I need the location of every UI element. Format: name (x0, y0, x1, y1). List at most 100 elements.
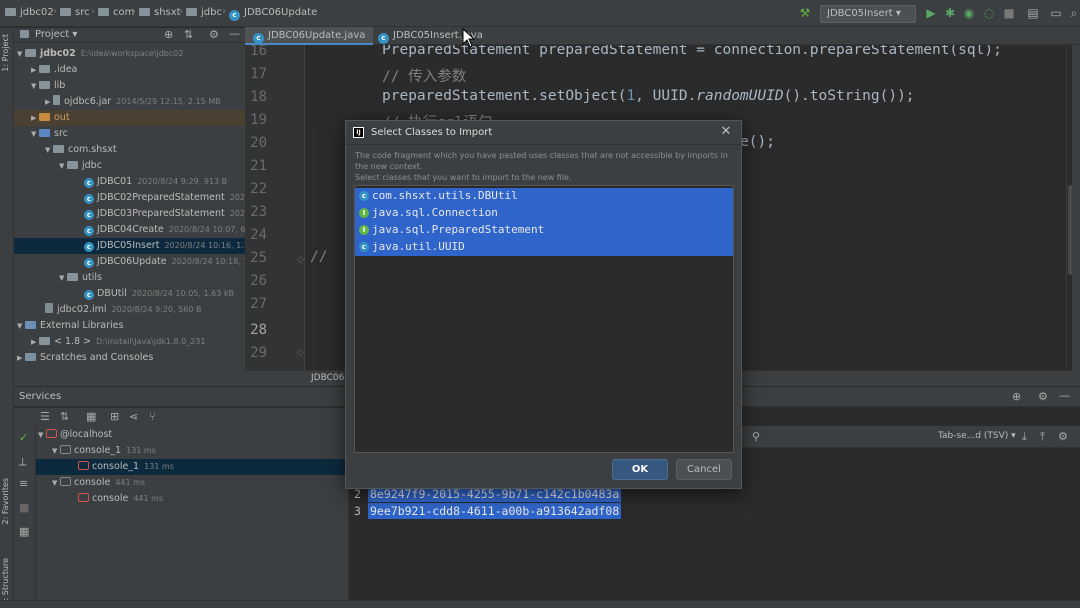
tree-item-jdbc02[interactable]: ▼ jdbc02 E:\idea\workspace\jdbc02 (14, 46, 245, 62)
class-icon: c (84, 290, 94, 300)
project-structure-icon[interactable]: ▤ (1026, 6, 1040, 20)
filter-icon[interactable]: ⑂ (149, 411, 156, 423)
stop-icon[interactable]: ■ (1002, 6, 1016, 20)
package-icon (67, 273, 78, 281)
locate-icon[interactable]: ⊕ (164, 29, 173, 41)
collapse-all-icon[interactable]: ⇅ (60, 411, 69, 423)
tree-item-jdbc01[interactable]: c JDBC01 2020/8/24 9:29, 913 B (14, 174, 245, 190)
add-service-icon[interactable]: ⊕ (1012, 391, 1021, 403)
line-number: 21 (250, 158, 267, 174)
dialog-message-line-3: Select classes that you want to import t… (355, 173, 572, 182)
line-number: 17 (250, 66, 267, 82)
project-tool-tab[interactable]: 1: Project (1, 34, 10, 72)
class-icon: c (84, 210, 94, 220)
structure-tool-tab[interactable]: Z: Structure (1, 558, 10, 606)
service-console-1[interactable]: ▼ console_1 131 ms (52, 443, 348, 459)
window-icon[interactable]: ▭ (1049, 6, 1063, 20)
tree-item-jdbc[interactable]: ▼ jdbc (14, 158, 245, 174)
breadcrumb-shsxt[interactable]: shsxt (139, 7, 181, 18)
run-icon[interactable]: ▶ (924, 6, 938, 20)
new-tab-icon[interactable]: ⊞ (110, 411, 119, 423)
breadcrumb-src[interactable]: src (60, 7, 90, 18)
expand-all-icon[interactable]: ☰ (40, 411, 50, 423)
group-by-icon[interactable]: ▦ (86, 411, 96, 423)
service-console-1-session[interactable]: console_1 131 ms (36, 459, 348, 475)
table-row[interactable]: 3 9ee7b921-cdd8-4611-a00b-a913642adf08 (348, 503, 648, 519)
services-tree: ▼ @localhost ▼ console_1 131 ms console_1 13… (14, 426, 348, 600)
tree-item-src[interactable]: ▼ src (14, 126, 245, 142)
pin-tab-icon[interactable]: ⚲ (752, 431, 760, 443)
build-hammer-icon[interactable]: ⚒ (798, 6, 812, 20)
folder-icon (98, 8, 109, 16)
check-icon[interactable]: ✓ (19, 432, 28, 444)
hide-panel-icon[interactable]: — (229, 28, 240, 40)
breadcrumb-jdbc[interactable]: jdbc (186, 7, 222, 18)
tree-item-lib[interactable]: ▼ lib (14, 78, 245, 94)
folder-icon (60, 8, 71, 16)
intellij-logo-icon: IJ (353, 127, 364, 138)
project-panel: Project ▾ ⊕ ⇅ ⚙ — ▼ jdbc02 E:\idea\workspa… (14, 28, 245, 386)
stop-icon[interactable]: ■ (19, 502, 29, 514)
service-console[interactable]: ▼ console 441 ms (52, 475, 348, 491)
layout-icon[interactable]: ▦ (19, 526, 29, 538)
debug-icon[interactable]: ✱ (943, 6, 957, 20)
upload-icon[interactable]: ⤒ (1040, 431, 1045, 443)
tree-item-iml[interactable]: jdbc02.iml 2020/8/24 9:20, 560 B (14, 302, 245, 318)
tree-item-jdk[interactable]: ▶ < 1.8 > D:\install\Java\jdk1.8.0_231 (14, 334, 245, 350)
tree-item-dbutil[interactable]: c DBUtil 2020/8/24 10:05, 1.63 kB (14, 286, 245, 302)
gear-icon[interactable]: ⚙ (1058, 431, 1068, 443)
breadcrumb-com[interactable]: com (98, 7, 134, 18)
line-number: 26 (250, 273, 267, 289)
hide-panel-icon[interactable]: — (1059, 390, 1070, 402)
breadcrumb-project[interactable]: jdbc02 (5, 7, 54, 18)
tree-item-com-shsxt[interactable]: ▼ com.shsxt (14, 142, 245, 158)
class-item-uuid[interactable]: c java.util.UUID (355, 239, 733, 256)
fold-marker-icon[interactable]: ◇ (297, 348, 304, 358)
share-icon[interactable]: ⋖ (129, 411, 138, 423)
fold-marker-icon[interactable]: ◇ (297, 255, 304, 265)
tree-item-external-libraries[interactable]: ▼ External Libraries (14, 318, 245, 334)
service-console-session[interactable]: console 441 ms (78, 491, 348, 507)
close-icon[interactable]: ✕ (719, 125, 733, 139)
collapse-all-icon[interactable]: ⇅ (184, 29, 193, 41)
tree-item-jdbc02-prepared[interactable]: cJDBC02PreparedStatement2020/ (14, 190, 245, 206)
gear-icon[interactable]: ⚙ (209, 29, 219, 41)
tree-item-jdbc05-insert[interactable]: cJDBC05Insert2020/8/24 10:16, 1.19 (14, 238, 245, 254)
class-icon: c (84, 194, 94, 204)
class-item-prepared-statement[interactable]: I java.sql.PreparedStatement (355, 222, 733, 239)
tree-item-scratches[interactable]: ▶ Scratches and Consoles (14, 350, 245, 366)
tree-item-out[interactable]: ▶ out (14, 110, 245, 126)
folder-icon (186, 8, 197, 16)
services-side-toolbar: ✓ ⟂ ≡ ■ ▦ (14, 426, 36, 600)
tree-item-utils[interactable]: ▼ utils (14, 270, 245, 286)
gear-icon[interactable]: ⚙ (1038, 391, 1048, 403)
project-view-dropdown[interactable]: Project ▾ (35, 29, 77, 40)
dialog-title-bar: IJ Select Classes to Import ✕ (346, 121, 741, 145)
class-item-dbutil[interactable]: c com.shsxt.utils.DBUtil (355, 188, 733, 205)
library-icon (25, 321, 36, 329)
tree-item-jdbc06-update[interactable]: cJDBC06Update2020/8/24 10:18, 14 (14, 254, 245, 270)
search-everywhere-icon[interactable]: ⌕ (1067, 6, 1080, 20)
export-icon[interactable]: ⤓ (1022, 431, 1027, 443)
cancel-button[interactable]: Cancel (676, 459, 732, 480)
tree-item-jdbc03-prepared[interactable]: cJDBC03PreparedStatement2020/ (14, 206, 245, 222)
profile-icon[interactable]: ◌ (982, 6, 996, 20)
ok-button[interactable]: OK (612, 459, 668, 480)
dialog-message-line-2: the new context. (355, 162, 423, 171)
class-item-connection[interactable]: I java.sql.Connection (355, 205, 733, 222)
list-icon[interactable]: ≡ (19, 478, 28, 490)
service-localhost[interactable]: ▼ @localhost (38, 427, 348, 443)
class-icon: c (84, 178, 94, 188)
breadcrumb-class[interactable]: c JDBC06Update (229, 7, 317, 21)
export-format-select[interactable]: Tab-se...d (TSV) ▾ (938, 431, 1016, 441)
coverage-icon[interactable]: ◉ (962, 6, 976, 20)
tree-item-idea[interactable]: ▶ .idea (14, 62, 245, 78)
pin-icon[interactable]: ⟂ (19, 456, 26, 468)
project-panel-header: Project ▾ ⊕ ⇅ ⚙ — (14, 28, 245, 43)
class-icon: c (359, 191, 369, 201)
editor-breadcrumb[interactable]: JDBC06 (311, 373, 344, 383)
tree-item-jdbc04-create[interactable]: cJDBC04Create2020/8/24 10:07, 675 (14, 222, 245, 238)
favorites-tool-tab[interactable]: 2: Favorites (1, 478, 10, 524)
run-configuration-select[interactable]: JDBC05Insert ▾ (820, 5, 916, 23)
tree-item-ojdbc6-jar[interactable]: ▶ ojdbc6.jar 2014/5/29 12:15, 2.15 MB (14, 94, 245, 110)
